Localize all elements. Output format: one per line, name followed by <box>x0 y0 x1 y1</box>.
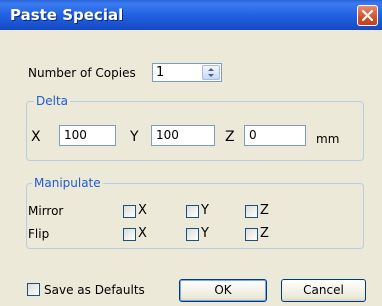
window-title: Paste Special <box>10 6 124 24</box>
x-label: X <box>31 129 41 145</box>
z-label: Z <box>225 129 235 145</box>
copies-spinner[interactable]: 1 <box>152 63 222 82</box>
close-icon <box>362 10 373 21</box>
flip-z-checkbox[interactable] <box>245 228 258 241</box>
copies-label: Number of Copies <box>28 66 136 80</box>
delta-x-input[interactable]: 100 <box>59 125 116 146</box>
mirror-y-checkbox[interactable] <box>186 205 199 218</box>
flip-y-checkbox[interactable] <box>186 228 199 241</box>
flip-label: Flip <box>28 227 50 241</box>
flip-z-label: Z <box>260 226 269 241</box>
mirror-z-label: Z <box>260 203 269 218</box>
ok-button[interactable]: OK <box>179 279 267 302</box>
unit-label: mm <box>316 132 340 146</box>
y-label: Y <box>130 129 139 145</box>
flip-y-label: Y <box>201 226 209 241</box>
cancel-button[interactable]: Cancel <box>281 279 366 302</box>
close-button[interactable] <box>357 5 378 26</box>
save-defaults-checkbox[interactable] <box>27 283 40 296</box>
save-defaults-label[interactable]: Save as Defaults <box>44 283 145 297</box>
manipulate-group-title: Manipulate <box>32 176 103 190</box>
spin-arrows-icon <box>208 68 214 77</box>
copies-value: 1 <box>156 65 165 80</box>
mirror-x-label: X <box>138 203 147 218</box>
delta-group-title: Delta <box>34 94 71 108</box>
mirror-y-label: Y <box>201 203 209 218</box>
flip-x-checkbox[interactable] <box>123 228 136 241</box>
delta-z-input[interactable]: 0 <box>244 125 306 146</box>
delta-y-input[interactable]: 100 <box>151 125 215 146</box>
spin-buttons[interactable] <box>202 65 220 80</box>
mirror-z-checkbox[interactable] <box>245 205 258 218</box>
mirror-label: Mirror <box>28 204 64 218</box>
mirror-x-checkbox[interactable] <box>123 205 136 218</box>
flip-x-label: X <box>138 226 147 241</box>
title-bar[interactable]: Paste Special <box>0 0 382 30</box>
